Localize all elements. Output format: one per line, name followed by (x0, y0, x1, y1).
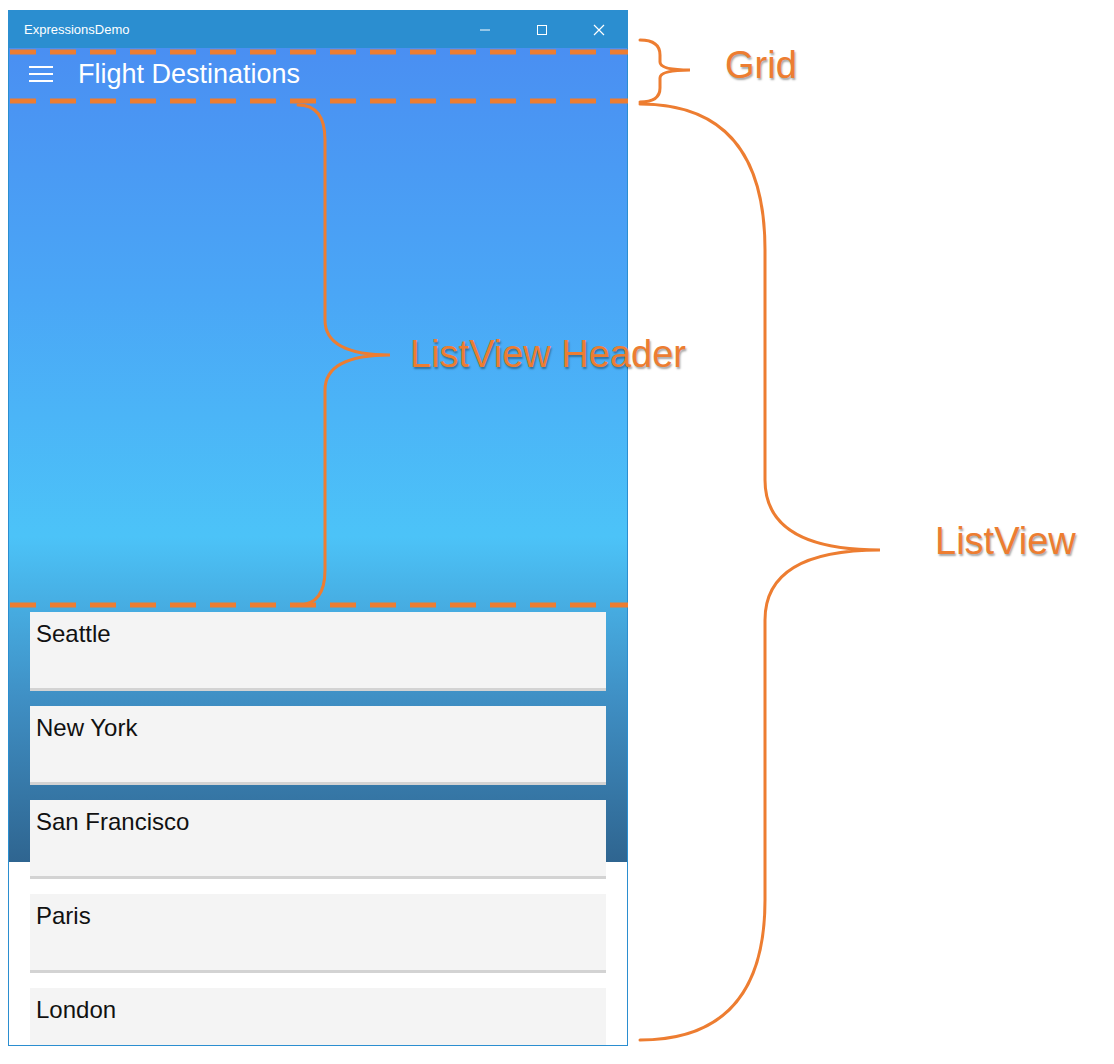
window-controls (456, 11, 627, 48)
app-content: Flight Destinations Seattle New York San Fr… (9, 48, 627, 1045)
header-bottom-dash (10, 603, 628, 608)
listview-label: ListView (935, 520, 1076, 563)
app-title: Flight Destinations (78, 58, 300, 90)
maximize-button[interactable] (513, 11, 570, 48)
grid-label: Grid (725, 44, 797, 87)
destination-item[interactable]: New York (30, 706, 606, 785)
hamburger-icon[interactable] (28, 64, 54, 84)
listview-header-brace-icon (298, 105, 390, 605)
grid-brace-icon (640, 40, 690, 102)
grid-bottom-dash (10, 99, 628, 104)
maximize-icon (536, 24, 548, 36)
destination-item[interactable]: Paris (30, 894, 606, 973)
page: ExpressionsDemo Flight Destinations Seattl… (0, 0, 1114, 1064)
grid-top-dash (10, 50, 628, 55)
destination-item[interactable]: London (30, 988, 606, 1045)
close-button[interactable] (570, 11, 627, 48)
title-bar: ExpressionsDemo (9, 11, 627, 48)
destination-list: Seattle New York San Francisco Paris London (9, 605, 627, 1045)
minimize-button[interactable] (456, 11, 513, 48)
destination-item[interactable]: Seattle (30, 612, 606, 691)
close-icon (593, 24, 605, 36)
destination-item[interactable]: San Francisco (30, 800, 606, 879)
app-window: ExpressionsDemo Flight Destinations Seattl… (8, 10, 628, 1046)
listview-header-label: ListView Header (410, 333, 686, 376)
listview-brace-icon (640, 104, 880, 1040)
minimize-icon (479, 24, 491, 36)
header-grid: Flight Destinations (9, 48, 627, 100)
window-title: ExpressionsDemo (24, 22, 456, 37)
